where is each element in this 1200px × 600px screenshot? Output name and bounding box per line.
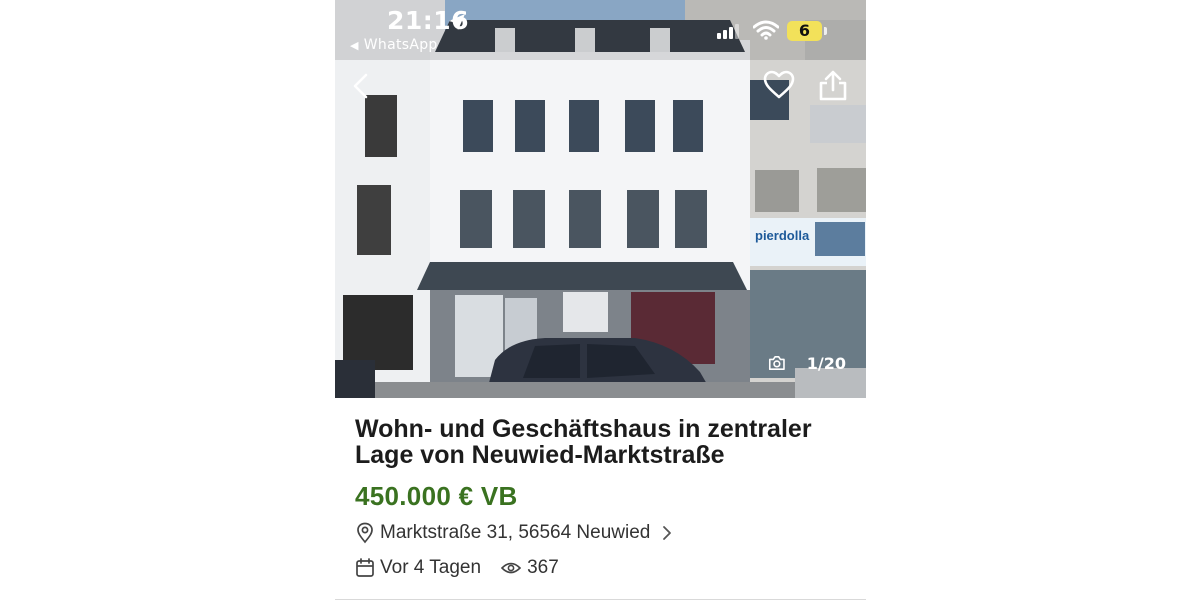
battery-cap — [824, 27, 827, 35]
share-icon[interactable] — [818, 70, 848, 102]
back-app-label: WhatsApp — [363, 37, 438, 53]
listing-screen: pierdolla 21:16 ◀ WhatsApp 6 1/20 Wohn- … — [335, 0, 866, 600]
back-to-app-link[interactable]: ◀ WhatsApp — [350, 37, 438, 53]
status-bar: 21:16 ◀ WhatsApp 6 — [335, 0, 866, 60]
back-triangle-icon: ◀ — [350, 39, 359, 52]
battery-indicator: 6 — [787, 21, 822, 41]
address-row[interactable]: Marktstraße 31, 56564 Neuwied — [355, 522, 674, 544]
favorite-heart-icon[interactable] — [763, 70, 795, 100]
location-arrow-icon — [449, 14, 465, 30]
listing-address: Marktstraße 31, 56564 Neuwied — [380, 522, 651, 543]
signal-icon — [717, 24, 739, 39]
eye-icon — [501, 562, 522, 574]
listing-photo[interactable]: pierdolla 21:16 ◀ WhatsApp 6 1/20 — [335, 0, 866, 398]
camera-icon — [768, 355, 785, 371]
listing-price: 450.000 € VB — [355, 481, 518, 511]
views-value: 367 — [527, 557, 559, 578]
posted-date: Vor 4 Tagen — [380, 557, 482, 578]
back-chevron-icon[interactable] — [351, 72, 371, 100]
shop-sign: pierdolla — [755, 228, 810, 243]
views-count: 367 — [501, 557, 559, 579]
location-pin-icon — [357, 522, 373, 544]
chevron-right-icon — [663, 526, 672, 540]
calendar-icon — [356, 558, 374, 577]
wifi-icon — [753, 20, 779, 40]
photo-counter-label: 1/20 — [806, 353, 846, 373]
photo-counter[interactable]: 1/20 — [759, 347, 846, 379]
meta-row: Vor 4 Tagen 367 — [355, 557, 559, 579]
listing-title: Wohn- und Geschäftshaus in zentraler Lag… — [355, 415, 812, 469]
